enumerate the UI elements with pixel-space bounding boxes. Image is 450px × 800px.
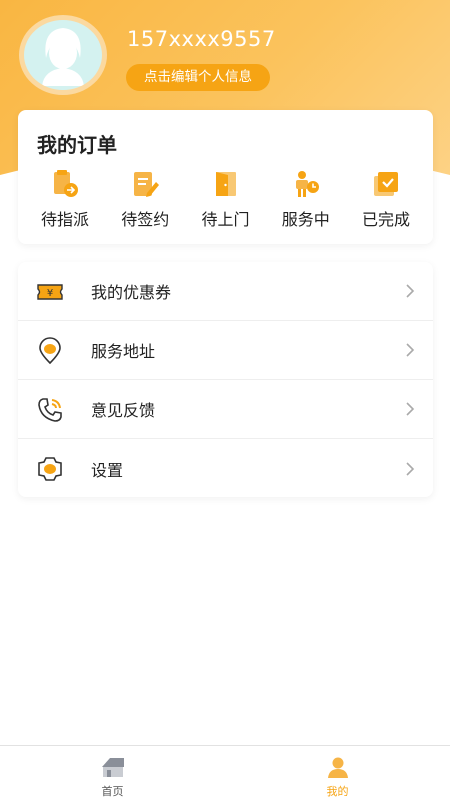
chevron-right-icon xyxy=(406,343,415,357)
door-icon xyxy=(215,172,236,196)
order-status-label: 待签约 xyxy=(121,210,170,229)
home-icon xyxy=(101,758,124,777)
order-status-label: 服务中 xyxy=(281,210,330,229)
order-status-label: 待上门 xyxy=(201,210,250,229)
menu-item-label: 设置 xyxy=(91,460,124,480)
worker-icon xyxy=(295,171,319,197)
menu-item-coupons[interactable]: ¥ 我的优惠券 xyxy=(18,262,433,321)
my-orders-card: 我的订单 待指派 待签约 待上门 服务中 已完成 xyxy=(18,110,433,244)
order-status-label: 已完成 xyxy=(361,210,410,229)
location-icon xyxy=(39,337,61,365)
order-status-pending-assign[interactable]: 待指派 xyxy=(30,168,100,230)
edit-profile-button[interactable]: 点击编辑个人信息 xyxy=(126,64,270,91)
order-status-pending-visit[interactable]: 待上门 xyxy=(191,168,261,230)
settings-gear-icon xyxy=(38,457,62,481)
avatar[interactable] xyxy=(19,15,107,95)
order-status-list: 待指派 待签约 待上门 服务中 已完成 xyxy=(18,168,433,230)
menu-item-service-address[interactable]: 服务地址 xyxy=(18,321,433,380)
menu-item-feedback[interactable]: 意见反馈 xyxy=(18,380,433,439)
user-icon xyxy=(327,757,348,778)
user-phone: 157xxxx9557 xyxy=(127,27,276,51)
menu-item-label: 服务地址 xyxy=(91,342,156,361)
tab-label: 我的 xyxy=(326,785,349,798)
phone-feedback-icon xyxy=(38,398,62,422)
menu-card: ¥ 我的优惠券 服务地址 意见反馈 设置 xyxy=(18,262,433,497)
order-status-pending-sign[interactable]: 待签约 xyxy=(110,168,180,230)
order-status-completed[interactable]: 已完成 xyxy=(351,168,421,230)
menu-item-label: 我的优惠券 xyxy=(91,283,172,302)
tab-mine[interactable]: 我的 xyxy=(225,746,450,800)
chevron-right-icon xyxy=(406,402,415,416)
profile-page: 157xxxx9557 点击编辑个人信息 我的订单 待指派 待签约 待上门 服务… xyxy=(0,0,450,800)
menu-item-label: 意见反馈 xyxy=(91,401,156,420)
coupon-icon: ¥ xyxy=(37,284,63,300)
assign-icon xyxy=(54,170,78,197)
orders-title: 我的订单 xyxy=(37,133,117,157)
completed-icon xyxy=(374,172,398,196)
avatar-image xyxy=(24,20,102,90)
bottom-tab-bar: 首页 我的 xyxy=(0,745,450,800)
chevron-right-icon xyxy=(406,284,415,298)
tab-home[interactable]: 首页 xyxy=(0,746,225,800)
tab-label: 首页 xyxy=(101,785,124,798)
order-status-label: 待指派 xyxy=(40,210,89,229)
sign-icon xyxy=(134,172,160,197)
order-status-in-service[interactable]: 服务中 xyxy=(271,168,341,230)
menu-item-settings[interactable]: 设置 xyxy=(18,439,433,498)
chevron-right-icon xyxy=(406,461,415,476)
svg-text:¥: ¥ xyxy=(47,288,53,299)
